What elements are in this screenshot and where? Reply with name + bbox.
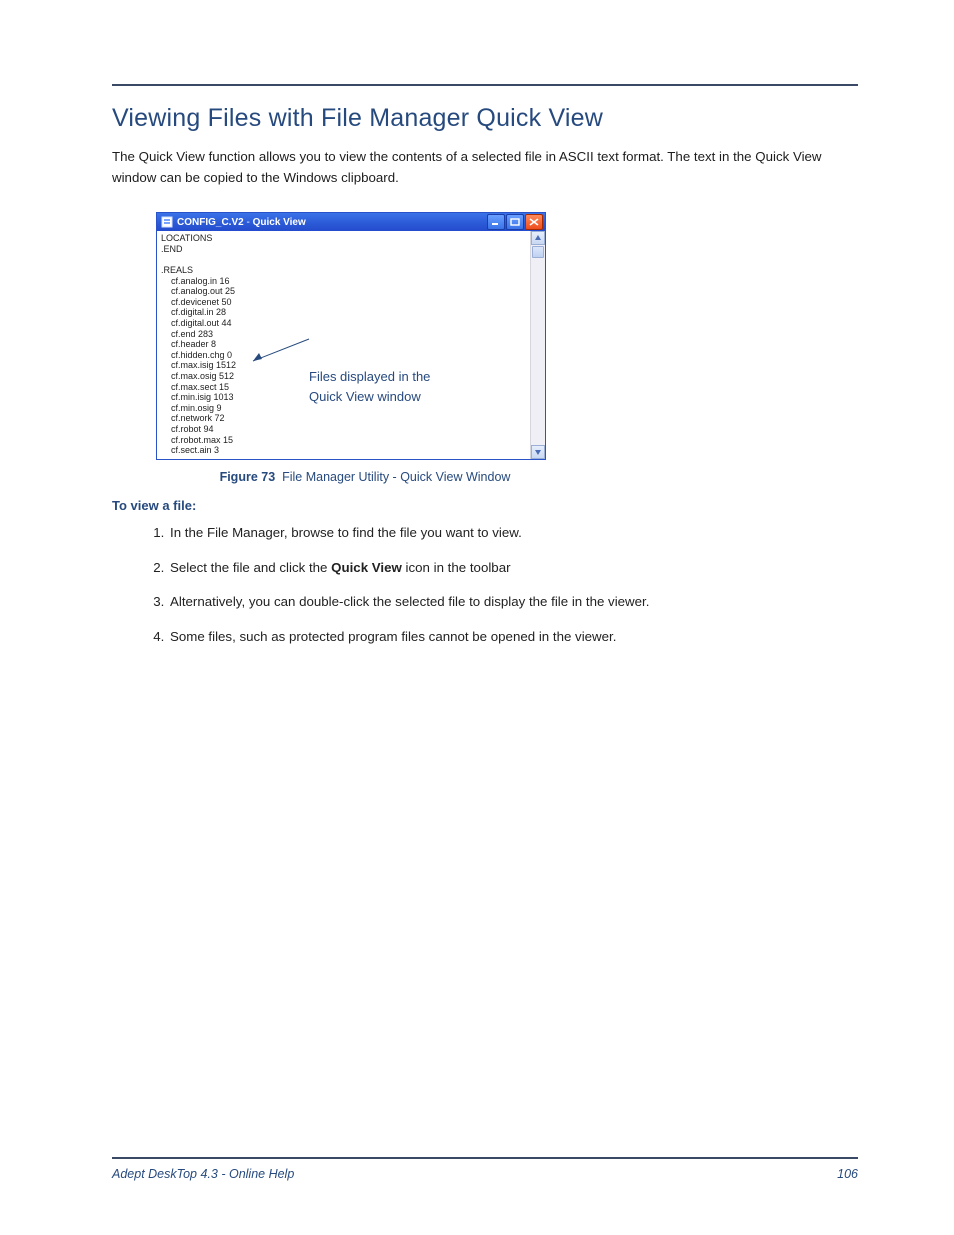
file-line: LOCATIONS	[161, 233, 529, 244]
file-line: cf.analog.out 25	[171, 286, 529, 297]
maximize-button[interactable]	[506, 214, 524, 230]
step-bold: Quick View	[331, 560, 402, 575]
minimize-button[interactable]	[487, 214, 505, 230]
file-content: LOCATIONS.END .REALScf.analog.in 16cf.an…	[161, 233, 529, 457]
page-title: Viewing Files with File Manager Quick Vi…	[112, 104, 858, 133]
app-icon	[161, 216, 173, 228]
file-line: cf.digital.in 28	[171, 307, 529, 318]
file-line: cf.hidden.chg 0	[171, 350, 529, 361]
file-line: cf.digital.out 44	[171, 318, 529, 329]
scrollbar[interactable]	[530, 231, 545, 459]
file-line	[161, 254, 529, 265]
figure-caption: Figure 73 File Manager Utility - Quick V…	[150, 470, 580, 484]
scroll-thumb[interactable]	[532, 246, 544, 258]
file-line: cf.sect.aout 4	[171, 456, 529, 458]
file-line: cf.end 283	[171, 329, 529, 340]
callout-text: Files displayed in the Quick View window	[309, 367, 439, 406]
file-line: cf.header 8	[171, 339, 529, 350]
steps-list: In the File Manager, browse to find the …	[168, 523, 858, 647]
file-line: cf.robot.max 15	[171, 435, 529, 446]
file-line: .REALS	[161, 265, 529, 276]
footer: Adept DeskTop 4.3 - Online Help 106	[112, 1157, 858, 1181]
footer-left: Adept DeskTop 4.3 - Online Help	[112, 1167, 294, 1181]
window-title: CONFIG_C.V2 - Quick View	[177, 217, 306, 228]
steps-heading: To view a file:	[112, 498, 858, 513]
callout-arrow	[247, 337, 311, 365]
file-line: cf.devicenet 50	[171, 297, 529, 308]
file-line: cf.robot 94	[171, 424, 529, 435]
figure-wrapper: CONFIG_C.V2 - Quick View LOCATIONS.	[156, 212, 858, 484]
top-rule	[112, 84, 858, 86]
file-line: cf.analog.in 16	[171, 276, 529, 287]
intro-paragraph: The Quick View function allows you to vi…	[112, 147, 858, 188]
titlebar: CONFIG_C.V2 - Quick View	[157, 213, 545, 231]
step-item: Select the file and click the Quick View…	[168, 558, 858, 579]
window-body: LOCATIONS.END .REALScf.analog.in 16cf.an…	[157, 231, 545, 459]
footer-page: 106	[837, 1167, 858, 1181]
file-line: cf.network 72	[171, 413, 529, 424]
step-item: Alternatively, you can double-click the …	[168, 592, 858, 613]
step-item: Some files, such as protected program fi…	[168, 627, 858, 648]
quick-view-window: CONFIG_C.V2 - Quick View LOCATIONS.	[156, 212, 546, 460]
scroll-down-button[interactable]	[531, 445, 545, 459]
close-button[interactable]	[525, 214, 543, 230]
step-item: In the File Manager, browse to find the …	[168, 523, 858, 544]
file-line: .END	[161, 244, 529, 255]
file-line: cf.sect.ain 3	[171, 445, 529, 456]
scroll-up-button[interactable]	[531, 231, 545, 245]
